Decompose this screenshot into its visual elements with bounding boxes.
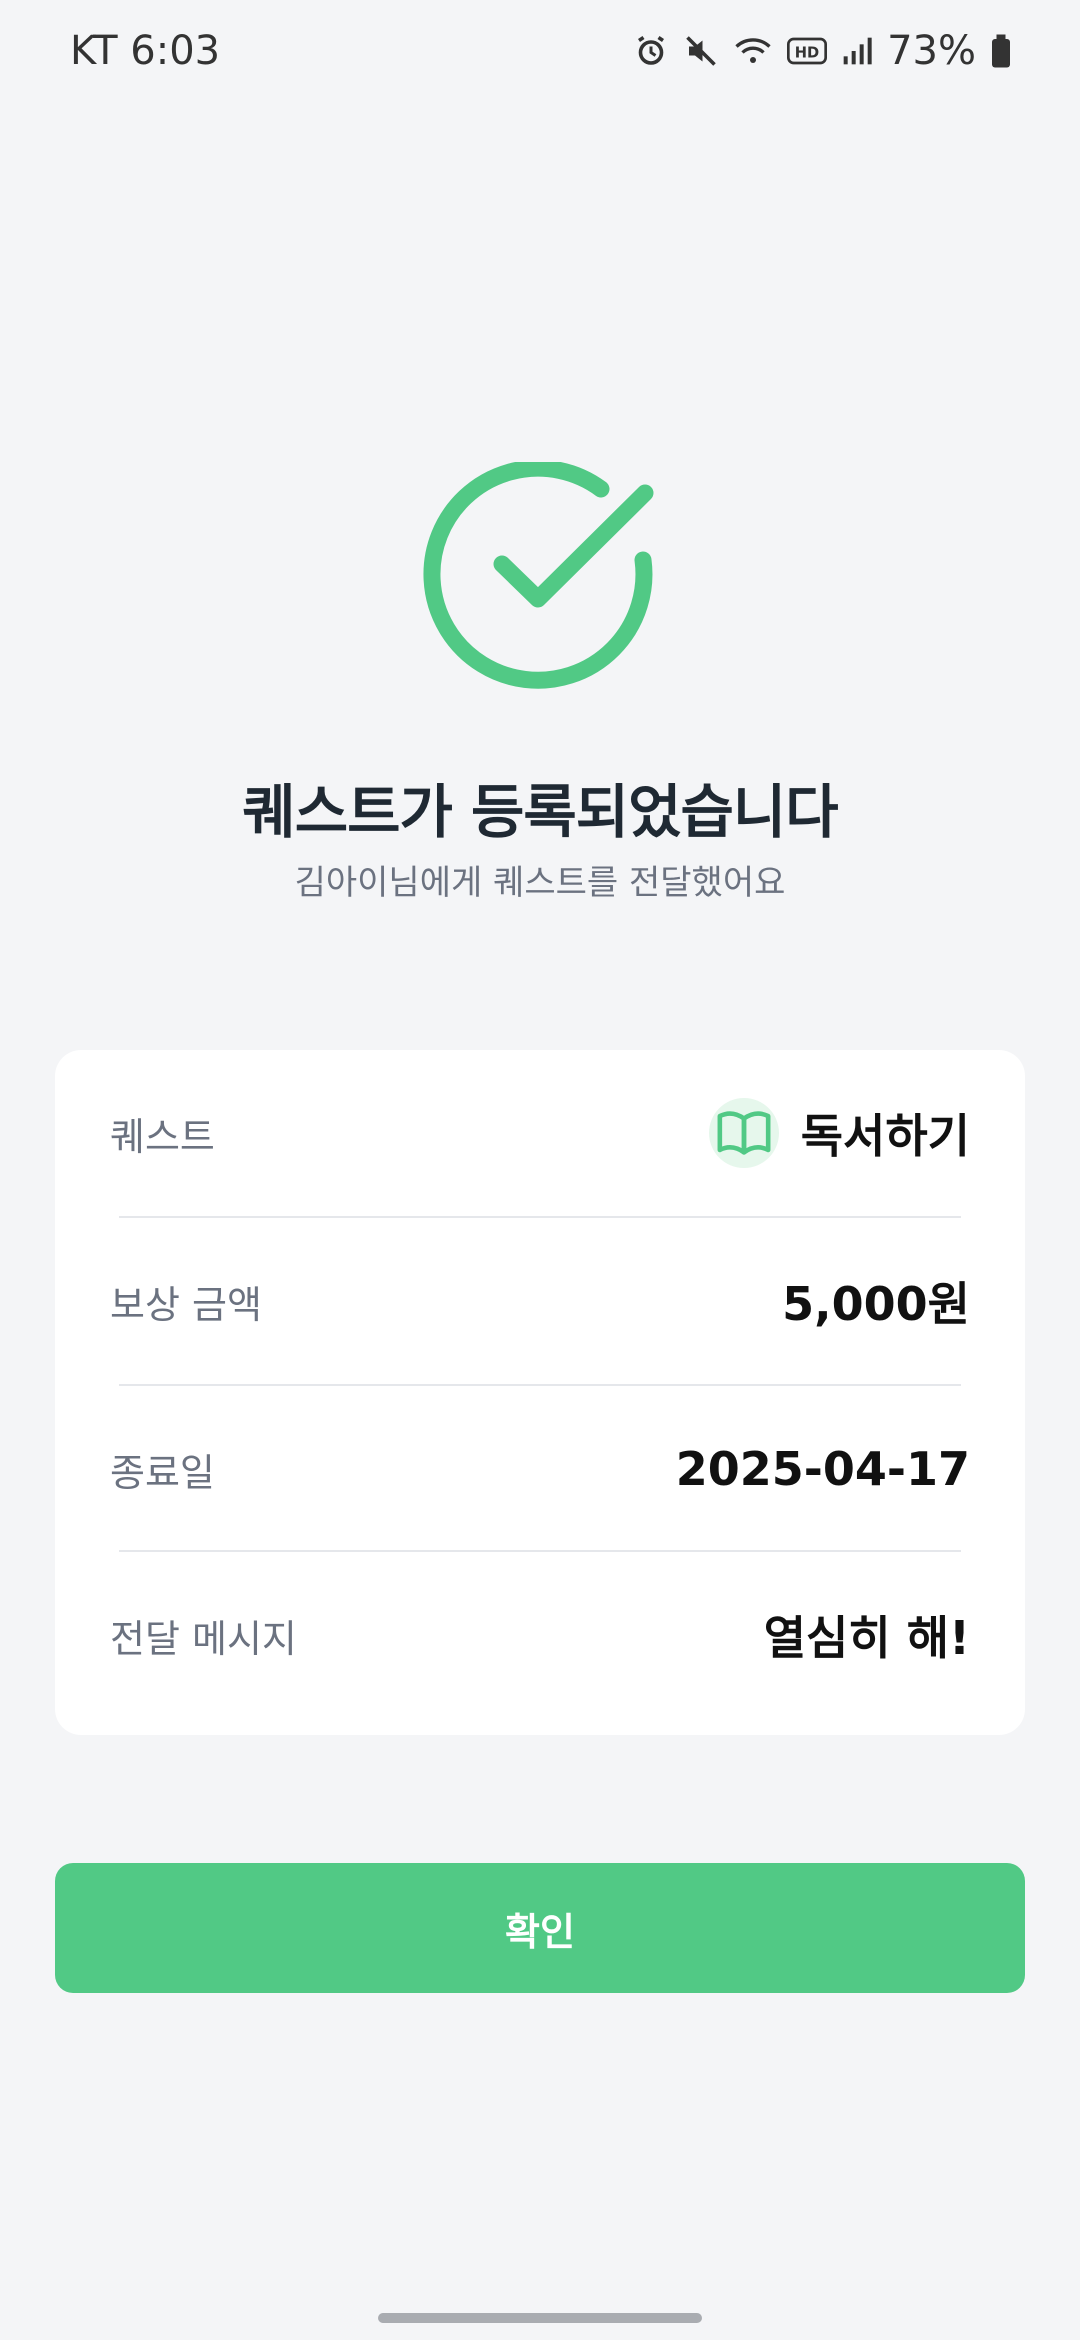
home-indicator[interactable] [378, 2313, 702, 2323]
message-value: 열심히 해! [763, 1611, 970, 1665]
check-circle-icon [420, 459, 660, 702]
signal-icon [841, 35, 873, 67]
mute-icon [683, 33, 719, 69]
message-label: 전달 메시지 [110, 1616, 297, 1661]
end-date-row: 종료일 2025-04-17 [55, 1386, 1025, 1552]
battery-icon [990, 33, 1012, 69]
hd-icon: HD [787, 35, 828, 67]
quest-row: 퀘스트 독서하기 [55, 1050, 1025, 1216]
status-time: KT 6:03 [70, 28, 221, 74]
reward-label: 보상 금액 [110, 1282, 262, 1327]
quest-label: 퀘스트 [110, 1114, 215, 1159]
page-title: 퀘스트가 등록되었습니다 [242, 778, 838, 846]
quest-value: 독서하기 [800, 1109, 970, 1163]
wifi-icon [733, 33, 773, 69]
reward-row: 보상 금액 5,000원 [55, 1218, 1025, 1384]
book-icon [708, 1098, 779, 1168]
battery-percent: 73% [887, 28, 976, 74]
alarm-icon [633, 33, 669, 69]
end-date-value: 2025-04-17 [675, 1442, 970, 1496]
quest-summary-card: 퀘스트 독서하기 보상 금액 5,000원 종료일 2025-04-17 전달 … [55, 1050, 1025, 1735]
page-subtitle: 김아이님에게 퀘스트를 전달했어요 [294, 863, 786, 903]
quest-value-group: 독서하기 [708, 1050, 970, 1216]
reward-value: 5,000원 [782, 1277, 970, 1331]
confirm-button[interactable]: 확인 [55, 1863, 1025, 1993]
end-date-label: 종료일 [110, 1450, 215, 1495]
message-row: 전달 메시지 열심히 해! [55, 1552, 1025, 1718]
status-icons: HD 73% [633, 26, 1012, 76]
status-bar: KT 6:03 HD 73% [0, 0, 1080, 110]
svg-text:HD: HD [795, 45, 819, 62]
